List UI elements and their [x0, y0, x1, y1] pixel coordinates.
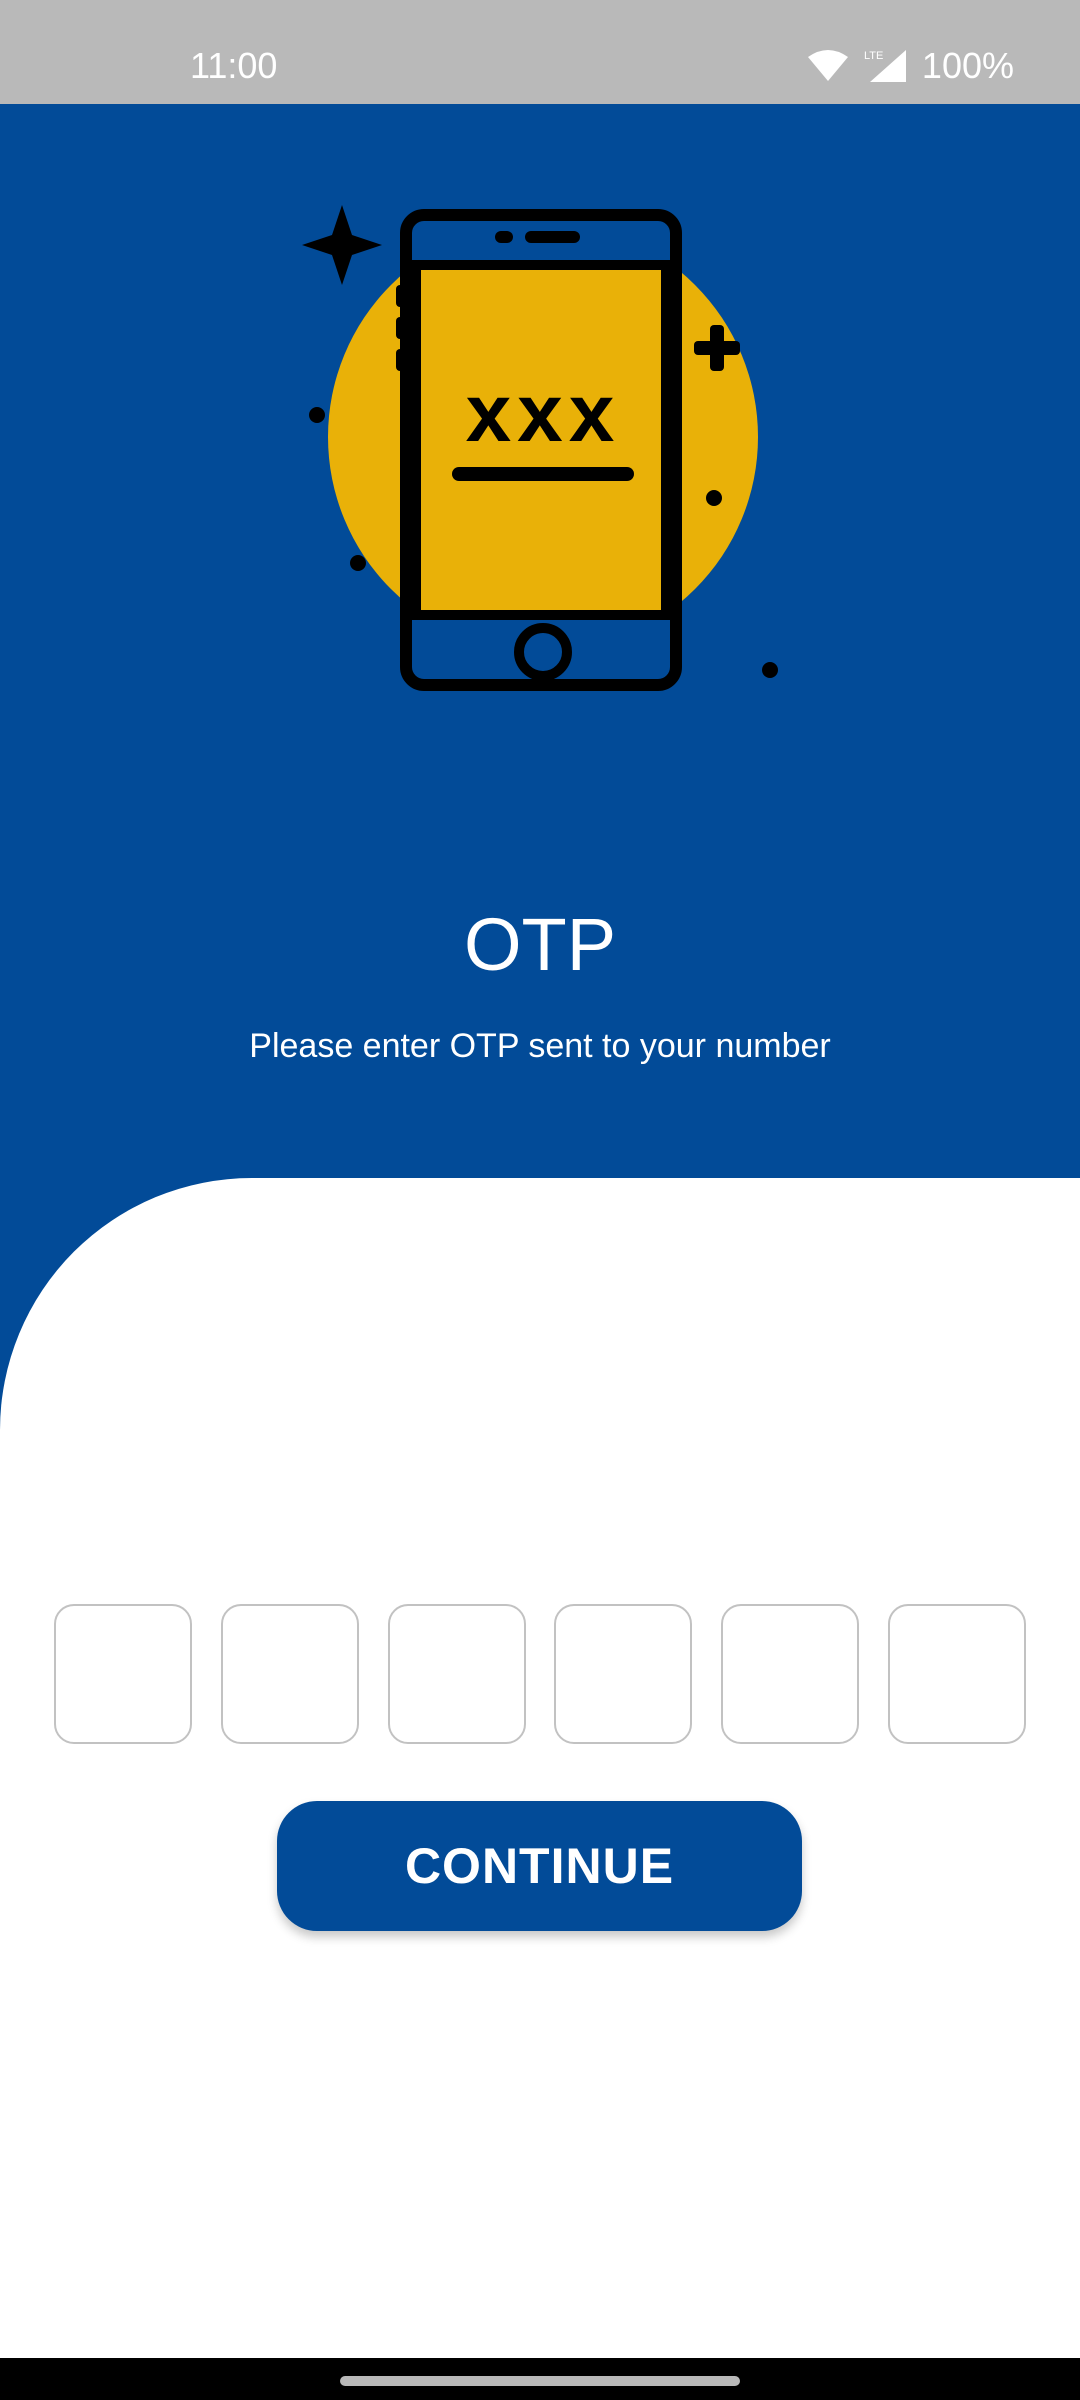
status-time: 11:00 [190, 45, 278, 86]
phone-otp-icon: xxx [302, 205, 778, 691]
content-sheet [0, 1178, 1080, 2358]
otp-digit-2[interactable] [220, 1604, 359, 1744]
otp-digit-5[interactable] [721, 1604, 860, 1744]
status-bar: 11:00 LTE 100% [0, 0, 1080, 104]
page-title: OTP [463, 903, 617, 986]
network-label: LTE [864, 50, 883, 62]
otp-digit-3[interactable] [387, 1604, 526, 1744]
otp-digit-4[interactable] [554, 1604, 693, 1744]
screen-otp-mask: xxx [466, 368, 621, 459]
home-gesture-handle[interactable] [340, 2376, 740, 2386]
navigation-bar [0, 2358, 1080, 2400]
battery-percentage: 100% [921, 45, 1014, 86]
cell-signal-icon: LTE [864, 50, 906, 82]
otp-digit-1[interactable] [54, 1604, 192, 1744]
page-subtitle: Please enter OTP sent to your number [249, 1027, 831, 1065]
continue-button[interactable]: CONTINUE [277, 1801, 802, 1931]
wifi-icon [807, 50, 848, 81]
otp-digit-6[interactable] [887, 1604, 1026, 1744]
status-icons: LTE 100% [807, 44, 1014, 88]
otp-screen: 11:00 LTE 100% xxx OTP Please enter OTP … [0, 0, 1080, 2400]
otp-input-row [54, 1604, 1026, 1748]
